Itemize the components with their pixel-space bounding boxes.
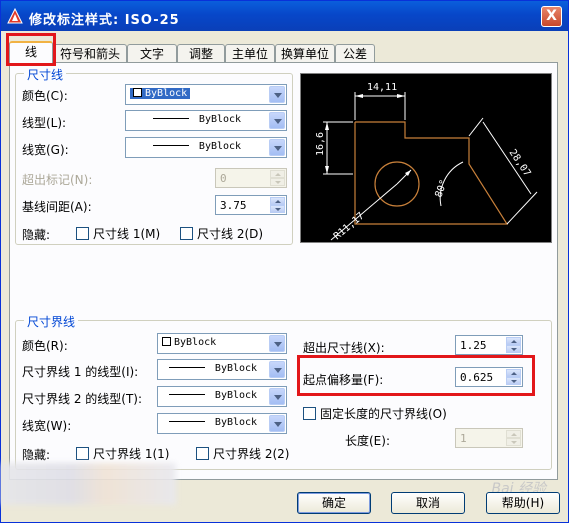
suppress-ext-line-1-checkbox[interactable]: 尺寸界线 1(1) [76,445,169,462]
spin-down-icon[interactable] [506,438,521,446]
ext-extend-spinner[interactable]: 1.25 [455,335,523,355]
dim-extend-value: 0 [220,172,227,185]
chevron-down-icon[interactable] [269,86,285,103]
chevron-down-icon[interactable] [269,361,285,378]
ext-linetype1-value: ByBlock [214,363,258,374]
ext-length-label: 长度(E): [345,434,390,448]
suppress-ext-line-1-label: 尺寸界线 1(1) [93,447,170,461]
chevron-down-icon[interactable] [269,415,285,432]
chevron-down-icon[interactable] [269,112,285,129]
spin-down-icon[interactable] [506,345,521,353]
dim-lineweight-label: 线宽(G): [22,143,69,157]
ext-lineweight-label: 线宽(W): [22,419,72,433]
suppress-ext-line-2-checkbox[interactable]: 尺寸界线 2(2) [196,445,289,462]
dim-baseline-spinner[interactable]: 3.75 [215,195,287,215]
dialog-window: 修改标注样式: ISO-25 X 线 符号和箭头 文字 调整 主单位 换算单位 … [0,0,569,523]
ext-linetype2-value: ByBlock [214,390,258,401]
fixed-length-checkbox[interactable]: 固定长度的尺寸界线(O) [303,405,447,422]
chevron-down-icon[interactable] [269,388,285,405]
dim-linetype-label: 线型(L): [22,116,67,130]
ext-lines-group-title: 尺寸界线 [24,313,79,330]
spin-up-icon[interactable] [270,170,285,178]
line-sample-icon [168,367,205,368]
spin-up-icon[interactable] [506,430,521,438]
dim-color-label: 颜色(C): [22,89,68,103]
ext-color-value: ByBlock [174,337,217,348]
tab-symbols-arrows[interactable]: 符号和箭头 [53,44,127,63]
spin-down-icon[interactable] [270,205,285,213]
fixed-length-label: 固定长度的尺寸界线(O) [320,407,447,421]
preview-dim-left: 16,6 [315,132,326,156]
ext-lineweight-select[interactable]: ByBlock [157,413,287,434]
preview-dim-radius: R11,17 [332,211,367,242]
tab-fit[interactable]: 调整 [177,44,225,63]
dim-linetype-value: ByBlock [198,114,242,125]
spin-down-icon[interactable] [270,178,285,186]
dim-lines-group-title: 尺寸线 [24,66,67,83]
title-bar[interactable]: 修改标注样式: ISO-25 X [1,1,568,31]
blurred-region [1,463,176,505]
help-button[interactable]: 帮助(H) [486,492,560,514]
offset-highlight-annotation [297,355,535,396]
line-sample-icon [168,421,205,422]
spin-up-icon[interactable] [270,197,285,205]
preview-dim-angle: 80° [433,178,450,199]
dim-baseline-label: 基线间距(A): [22,200,92,214]
cancel-button[interactable]: 取消 [391,492,465,514]
dim-lineweight-select[interactable]: ByBlock [125,137,287,158]
close-button[interactable]: X [541,6,562,27]
suppress-dim-line-1-label: 尺寸线 1(M) [93,227,161,241]
dim-extend-spinner[interactable]: 0 [215,168,287,188]
tab-primary-units[interactable]: 主单位 [225,44,275,63]
suppress-ext-line-2-label: 尺寸界线 2(2) [213,447,290,461]
color-swatch-icon [133,88,142,97]
line-sample-icon [168,394,205,395]
tab-panel-lines: 尺寸线 颜色(C): ByBlock 线型(L): ByBlock 线宽(G):… [9,62,558,480]
ext-linetype1-select[interactable]: ByBlock [157,359,287,380]
ext-lineweight-value: ByBlock [214,417,258,428]
line-sample-icon [152,118,189,119]
chevron-down-icon[interactable] [269,139,285,156]
suppress-dim-line-2-checkbox[interactable]: 尺寸线 2(D) [180,225,263,242]
dim-color-select[interactable]: ByBlock [125,84,287,105]
ok-button[interactable]: 确定 [297,492,371,514]
checkbox-icon[interactable] [76,447,89,460]
ext-color-select[interactable]: ByBlock [157,333,287,354]
window-title: 修改标注样式: ISO-25 [29,13,180,28]
checkbox-icon[interactable] [76,227,89,240]
preview-dim-top: 14,11 [367,82,397,93]
suppress-dim-line-1-checkbox[interactable]: 尺寸线 1(M) [76,225,160,242]
checkbox-icon[interactable] [180,227,193,240]
dim-lineweight-value: ByBlock [198,141,242,152]
chevron-down-icon[interactable] [269,335,285,352]
dimension-preview: 14,11 16,6 28,07 80° R11,17 [300,73,552,243]
checkbox-icon[interactable] [196,447,209,460]
ext-color-label: 颜色(R): [22,339,68,353]
line-sample-icon [152,145,189,146]
ext-linetype2-label: 尺寸界线 2 的线型(T): [22,392,143,406]
ext-extend-label: 超出尺寸线(X): [303,341,385,355]
tab-alternate-units[interactable]: 换算单位 [275,44,335,63]
checkbox-icon[interactable] [303,407,316,420]
ext-extend-value: 1.25 [460,339,487,352]
dim-color-value: ByBlock [145,88,188,99]
ext-length-spinner[interactable]: 1 [455,428,523,448]
ext-linetype2-select[interactable]: ByBlock [157,386,287,407]
preview-drawing: 14,11 16,6 28,07 80° R11,17 [315,82,538,242]
autocad-icon [7,8,23,24]
dim-linetype-select[interactable]: ByBlock [125,110,287,131]
ext-linetype1-label: 尺寸界线 1 的线型(I): [22,365,139,379]
ext-suppress-label: 隐藏: [22,448,51,462]
tab-highlight-annotation [6,33,56,66]
ext-length-value: 1 [460,432,467,445]
spin-up-icon[interactable] [506,337,521,345]
suppress-dim-line-2-label: 尺寸线 2(D) [197,227,264,241]
dim-baseline-value: 3.75 [220,199,247,212]
dim-suppress-label: 隐藏: [22,228,51,242]
dim-extend-label: 超出标记(N): [22,173,93,187]
tab-tolerances[interactable]: 公差 [335,44,375,63]
tab-text[interactable]: 文字 [127,44,177,63]
color-swatch-icon [162,337,171,346]
